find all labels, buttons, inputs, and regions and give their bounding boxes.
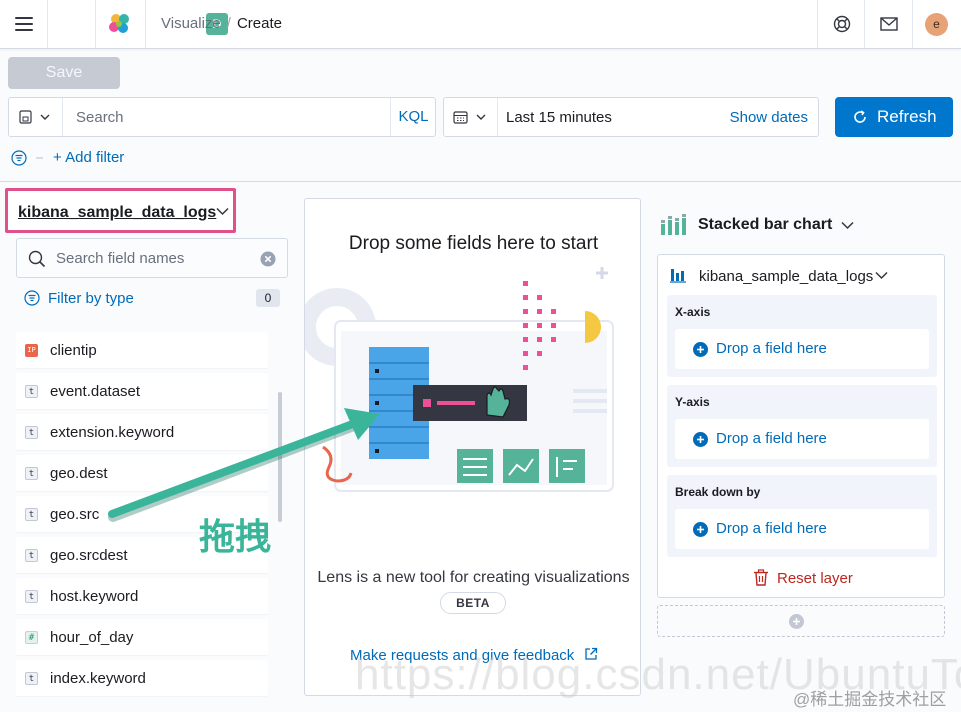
field-name: geo.src bbox=[50, 506, 100, 523]
index-pattern-selector[interactable]: kibana_sample_data_logs bbox=[5, 188, 236, 233]
quick-select-button[interactable] bbox=[444, 98, 498, 136]
string-type-icon: t bbox=[25, 590, 38, 603]
field-name: geo.srcdest bbox=[50, 547, 128, 564]
plus-circle-icon bbox=[693, 432, 708, 447]
string-type-icon: t bbox=[25, 508, 38, 521]
chevron-down-icon bbox=[216, 207, 229, 216]
breadcrumb-visualize[interactable]: Visualize bbox=[161, 15, 221, 32]
chevron-down-icon bbox=[875, 271, 888, 280]
string-type-icon: t bbox=[25, 385, 38, 398]
stacked-bar-chart-icon bbox=[661, 214, 686, 235]
layer-config-panel: kibana_sample_data_logs X-axis Drop a fi… bbox=[657, 254, 945, 598]
refresh-icon bbox=[854, 110, 866, 123]
save-button[interactable]: Save bbox=[8, 57, 120, 89]
field-item-clientip[interactable]: IP clientip bbox=[16, 332, 268, 368]
group-title: X-axis bbox=[675, 305, 711, 319]
menu-button[interactable] bbox=[0, 0, 48, 48]
refresh-label: Refresh bbox=[877, 107, 937, 126]
field-name: hour_of_day bbox=[50, 629, 134, 646]
x-axis-group: X-axis Drop a field here bbox=[667, 295, 937, 377]
field-name: clientip bbox=[50, 342, 97, 359]
chevron-down-icon bbox=[841, 221, 854, 230]
newsfeed-button[interactable] bbox=[865, 0, 913, 48]
saved-query-button[interactable] bbox=[9, 98, 63, 136]
group-title: Y-axis bbox=[675, 395, 710, 409]
date-picker: Last 15 minutes Show dates bbox=[443, 97, 819, 137]
search-icon bbox=[28, 250, 46, 268]
ip-type-icon: IP bbox=[25, 344, 38, 357]
query-language-button[interactable]: KQL bbox=[390, 98, 436, 136]
trash-icon bbox=[754, 569, 768, 586]
filter-icon bbox=[24, 290, 40, 306]
field-name: index.keyword bbox=[50, 670, 146, 687]
chart-type-label: Stacked bar chart bbox=[698, 216, 833, 233]
string-type-icon: t bbox=[25, 426, 38, 439]
string-type-icon: t bbox=[25, 549, 38, 562]
group-title: Break down by bbox=[675, 485, 761, 499]
field-name: event.dataset bbox=[50, 383, 141, 400]
breadcrumb: Visualize / Create bbox=[161, 15, 282, 32]
datasource-label: kibana_sample_data_logs bbox=[699, 268, 874, 285]
string-type-icon: t bbox=[25, 467, 38, 480]
space-selector[interactable]: D bbox=[96, 0, 228, 48]
field-item-hour-of-day[interactable]: # hour_of_day bbox=[16, 619, 268, 655]
filter-by-type-button[interactable]: Filter by type bbox=[24, 289, 134, 310]
number-type-icon: # bbox=[25, 631, 38, 644]
home-link[interactable] bbox=[48, 0, 129, 48]
time-range-label[interactable]: Last 15 minutes bbox=[506, 109, 612, 126]
breadcrumb-separator: / bbox=[226, 15, 231, 32]
plus-circle-icon bbox=[789, 614, 804, 629]
drop-label: Drop a field here bbox=[716, 340, 827, 357]
add-layer-button[interactable] bbox=[657, 605, 945, 637]
clear-icon[interactable] bbox=[260, 251, 276, 267]
index-pattern-name: kibana_sample_data_logs bbox=[18, 204, 217, 221]
help-button[interactable] bbox=[817, 0, 865, 48]
string-type-icon: t bbox=[25, 672, 38, 685]
mail-icon bbox=[880, 17, 898, 31]
field-search-placeholder: Search field names bbox=[56, 250, 185, 267]
workspace-description: Lens is a new tool for creating visualiz… bbox=[317, 569, 630, 586]
drop-label: Drop a field here bbox=[716, 520, 827, 537]
field-name: host.keyword bbox=[50, 588, 139, 605]
filter-by-type-label: Filter by type bbox=[48, 290, 134, 307]
menu-icon bbox=[15, 17, 33, 31]
divider bbox=[0, 181, 961, 182]
workspace-title: Drop some fields here to start bbox=[348, 233, 599, 254]
reset-layer-label: Reset layer bbox=[777, 570, 853, 587]
x-axis-drop-zone[interactable]: Drop a field here bbox=[675, 329, 929, 369]
show-dates-link[interactable]: Show dates bbox=[730, 109, 808, 126]
chart-type-selector[interactable]: Stacked bar chart bbox=[660, 214, 854, 239]
drag-annotation-label: 拖拽 bbox=[199, 516, 272, 557]
y-axis-group: Y-axis Drop a field here bbox=[667, 385, 937, 467]
plus-circle-icon bbox=[693, 522, 708, 537]
reset-layer-button[interactable]: Reset layer bbox=[753, 569, 853, 589]
y-axis-drop-zone[interactable]: Drop a field here bbox=[675, 419, 929, 459]
break-down-group: Break down by Drop a field here bbox=[667, 475, 937, 557]
add-filter-link[interactable]: + Add filter bbox=[53, 149, 124, 166]
breadcrumb-create: Create bbox=[236, 15, 282, 32]
field-item-host-keyword[interactable]: t host.keyword bbox=[16, 578, 268, 614]
site-watermark: @稀土掘金技术社区 bbox=[793, 690, 947, 709]
save-query-icon bbox=[19, 110, 50, 124]
break-down-drop-zone[interactable]: Drop a field here bbox=[675, 509, 929, 549]
datasource-selector[interactable]: kibana_sample_data_logs bbox=[670, 267, 888, 286]
filter-options-icon[interactable] bbox=[11, 148, 51, 168]
search-input[interactable]: Search bbox=[76, 109, 124, 126]
top-header: D Visualize / Create e bbox=[0, 0, 961, 49]
field-search-input[interactable]: Search field names bbox=[16, 238, 288, 278]
plus-circle-icon bbox=[693, 342, 708, 357]
index-pattern-icon bbox=[670, 269, 686, 283]
field-item-index-keyword[interactable]: t index.keyword bbox=[16, 660, 268, 696]
filter-count-badge: 0 bbox=[256, 289, 280, 307]
help-icon bbox=[833, 15, 851, 33]
refresh-button[interactable]: Refresh bbox=[835, 97, 953, 137]
calendar-icon bbox=[453, 111, 486, 124]
field-name: geo.dest bbox=[50, 465, 108, 482]
query-bar: Search KQL bbox=[8, 97, 436, 137]
beta-badge: BETA bbox=[440, 592, 506, 614]
user-avatar[interactable]: e bbox=[925, 13, 948, 36]
drop-label: Drop a field here bbox=[716, 430, 827, 447]
